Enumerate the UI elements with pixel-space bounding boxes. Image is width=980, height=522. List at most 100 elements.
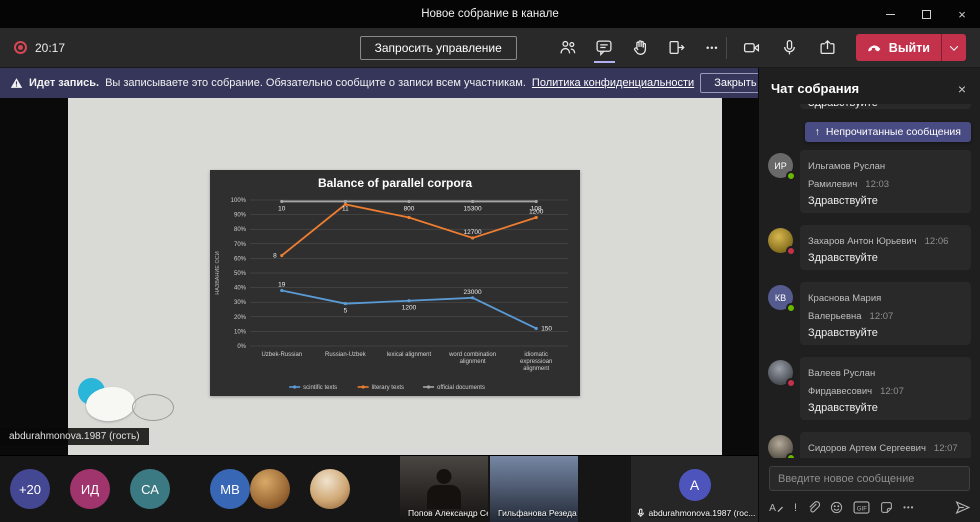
attach-icon[interactable]: [807, 501, 820, 514]
svg-text:60%: 60%: [234, 256, 247, 262]
recording-banner-text: Вы записываете это собрание. Обязательно…: [105, 77, 526, 89]
priority-icon[interactable]: !: [794, 502, 797, 514]
breakout-rooms-icon-glyph: [668, 39, 685, 56]
leave-button-label: Выйти: [889, 41, 930, 55]
svg-text:19: 19: [278, 282, 286, 289]
overflow-count-avatar[interactable]: +20: [10, 469, 50, 509]
message-input[interactable]: [769, 466, 970, 491]
message-bubble: Ильгамов Руслан Рамилевич12:03Здравствуй…: [800, 150, 971, 213]
format-icon[interactable]: A: [769, 501, 784, 514]
chat-message: КВКраснова Мария Валерьевна12:07Здравств…: [768, 282, 971, 345]
close-button[interactable]: ×: [944, 0, 980, 28]
svg-text:20%: 20%: [234, 315, 247, 321]
participant-name-label: Попов Александр Се...: [405, 508, 488, 518]
more-options-icon[interactable]: •••: [699, 33, 726, 63]
message-text: Здравствуйте: [808, 327, 963, 339]
svg-text:Russian-Uzbek: Russian-Uzbek: [325, 352, 367, 358]
leave-options-chevron[interactable]: [942, 34, 966, 61]
participant-avatar[interactable]: МВ: [210, 469, 250, 509]
privacy-policy-link[interactable]: Политика конфиденциальности: [532, 77, 694, 89]
participant-name: abdurahmonova.1987 (гос...: [649, 508, 756, 518]
meeting-timer: 20:17: [35, 41, 65, 55]
message-author: Захаров Антон Юрьевич: [808, 236, 917, 247]
maximize-button[interactable]: [908, 0, 944, 28]
breakout-rooms-icon[interactable]: [663, 33, 690, 63]
avatar: ИР: [768, 153, 793, 178]
svg-text:lexical alignment: lexical alignment: [387, 352, 432, 358]
message-text: Здравствуйте: [800, 104, 971, 109]
svg-text:90%: 90%: [234, 213, 247, 219]
presenter-name-tag: abdurahmonova.1987 (гость): [0, 428, 149, 445]
chat-title: Чат собрания: [771, 81, 859, 96]
raise-hand-icon[interactable]: [627, 33, 654, 63]
avatar: [768, 360, 793, 385]
meeting-toolbar: 20:17 Запросить управление: [0, 28, 980, 68]
chat-close-icon[interactable]: ×: [958, 82, 966, 96]
svg-text:800: 800: [404, 205, 415, 212]
leave-button[interactable]: Выйти: [856, 34, 966, 61]
participant-avatar[interactable]: СА: [130, 469, 170, 509]
warning-icon: [10, 77, 23, 89]
participant-tile[interactable]: Попов Александр Се...: [400, 456, 488, 522]
corpora-chart: Balance of parallel corporaНАЗВАНИЕ ОСИ0…: [210, 170, 580, 396]
more-options-icon-glyph: •••: [706, 43, 718, 53]
message-bubble: Краснова Мария Валерьевна12:07Здравствуй…: [800, 282, 971, 345]
chat-message: Захаров Антон Юрьевич12:06Здравствуйте: [768, 225, 971, 270]
corpora-chart-svg: Balance of parallel corporaНАЗВАНИЕ ОСИ0…: [210, 170, 580, 396]
avatar: [768, 435, 793, 458]
request-control-button[interactable]: Запросить управление: [360, 36, 517, 60]
emoji-icon-glyph: [830, 501, 843, 514]
message-author: Валеев Руслан Фирдавесович: [808, 368, 875, 397]
microphone-icon[interactable]: [776, 33, 803, 63]
participants-icon[interactable]: [555, 33, 582, 63]
arrow-up-icon: ↑: [815, 126, 820, 138]
svg-text:official documents: official documents: [437, 385, 485, 391]
presence-status-dot: [786, 171, 796, 181]
chat-icon[interactable]: [591, 33, 618, 63]
recording-banner-title: Идет запись.: [29, 77, 99, 89]
compose-more-icon[interactable]: •••: [903, 503, 914, 512]
svg-text:expressioan: expressioan: [520, 359, 552, 365]
teams-meeting-window: Новое собрание в канале × 20:17 Запросит…: [0, 0, 980, 522]
unread-messages-label: Непрочитанные сообщения: [826, 126, 961, 138]
microphone-icon-glyph: [781, 39, 798, 56]
svg-text:10%: 10%: [234, 329, 247, 335]
message-time: 12:07: [880, 386, 904, 397]
svg-text:1200: 1200: [402, 305, 417, 312]
minimize-icon: [886, 14, 895, 15]
participant-tile[interactable]: Аabdurahmonova.1987 (гос...: [631, 456, 758, 522]
svg-text:Balance of parallel corpora: Balance of parallel corpora: [318, 176, 472, 190]
svg-text:108: 108: [531, 205, 542, 212]
participant-avatar[interactable]: ИД: [70, 469, 110, 509]
participant-avatar[interactable]: [250, 469, 290, 509]
message-bubble: Валеев Руслан Фирдавесович12:07Здравству…: [800, 357, 971, 420]
share-screen-icon[interactable]: [814, 33, 841, 63]
svg-text:НАЗВАНИЕ ОСИ: НАЗВАНИЕ ОСИ: [215, 251, 221, 294]
chat-icon-glyph: [595, 39, 613, 56]
gif-icon[interactable]: GIF: [853, 501, 870, 514]
camera-icon[interactable]: [738, 33, 765, 63]
participant-tile[interactable]: Гильфанова Резеда Р...: [490, 456, 578, 522]
svg-text:11: 11: [342, 205, 349, 212]
message-bubble: Захаров Антон Юрьевич12:06Здравствуйте: [800, 225, 971, 270]
toolbar-divider: [726, 37, 727, 59]
window-title: Новое собрание в канале: [421, 8, 559, 20]
message-time: 12:03: [865, 179, 889, 190]
gif-icon-glyph: GIF: [853, 501, 870, 514]
toolbar-center: Запросить управление: [115, 33, 726, 63]
chat-panel: Чат собрания × Здравствуйте ↑ Непрочитан…: [758, 68, 980, 522]
unread-messages-badge[interactable]: ↑ Непрочитанные сообщения: [805, 122, 971, 142]
message-bubble: Сидоров Артем Сергеевич12:07Здравствуйте: [800, 432, 971, 458]
minimize-button[interactable]: [872, 0, 908, 28]
participant-avatar[interactable]: [310, 469, 350, 509]
svg-text:A: A: [769, 503, 776, 514]
video-tiles: Попов Александр Се... Гильфанова Резеда Р…: [400, 456, 758, 522]
svg-text:23000: 23000: [464, 289, 482, 296]
svg-text:alignment: alignment: [523, 366, 549, 372]
participant-name-label: Гильфанова Резеда Р...: [495, 508, 578, 518]
emoji-icon[interactable]: [830, 501, 843, 514]
sticker-icon[interactable]: [880, 501, 893, 514]
participant-name: Попов Александр Се...: [408, 508, 488, 518]
chat-message-list[interactable]: Здравствуйте ↑ Непрочитанные сообщения И…: [759, 104, 980, 458]
send-icon[interactable]: [955, 500, 970, 515]
